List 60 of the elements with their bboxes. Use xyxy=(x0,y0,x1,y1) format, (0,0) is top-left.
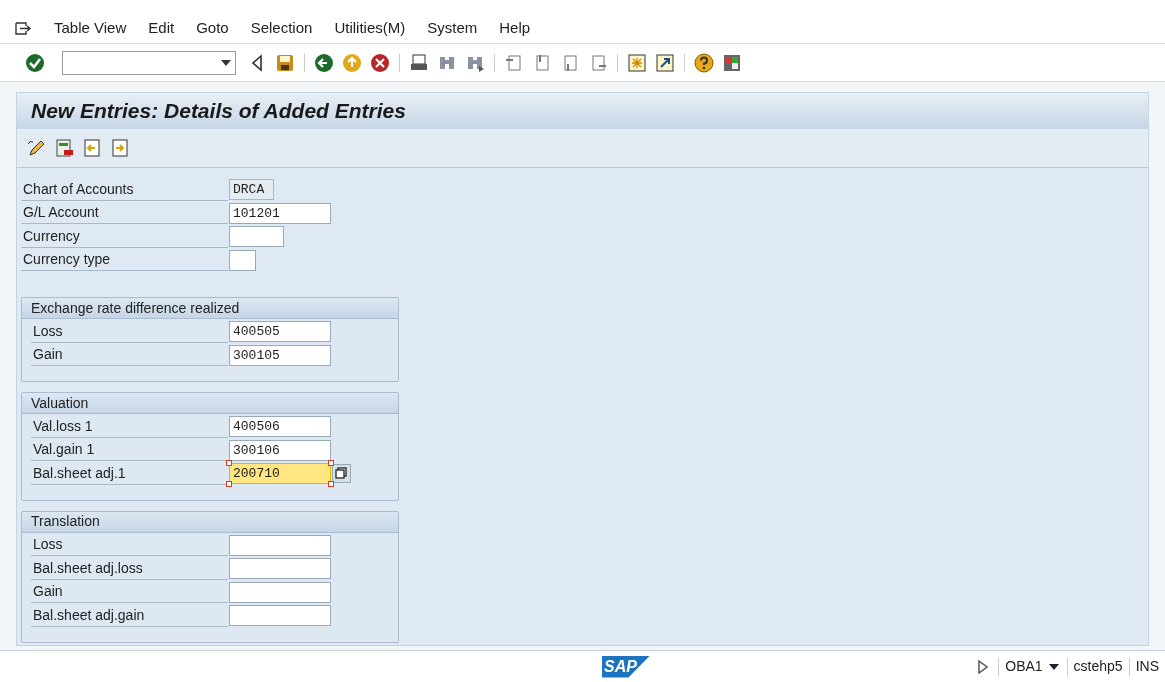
sap-logo: SAP xyxy=(602,655,650,678)
back-icon[interactable] xyxy=(313,51,335,74)
selection-handle[interactable] xyxy=(226,481,232,488)
input-field[interactable] xyxy=(229,558,331,580)
menu-item[interactable]: Selection xyxy=(250,17,313,40)
help-icon[interactable] xyxy=(693,51,715,74)
input-field[interactable] xyxy=(229,581,331,603)
field-label: Gain xyxy=(31,344,228,367)
selection-handle[interactable] xyxy=(328,460,334,467)
input-field[interactable]: 300106 xyxy=(229,439,331,461)
selection-handle[interactable] xyxy=(328,481,334,488)
field-label: Currency type xyxy=(21,249,228,272)
input-field[interactable]: 101201 xyxy=(229,202,331,224)
menu-icon[interactable] xyxy=(14,20,32,37)
command-field[interactable] xyxy=(62,50,236,75)
screen-title: New Entries: Details of Added Entries xyxy=(17,93,1148,129)
previous-entry-icon[interactable] xyxy=(82,138,102,158)
dropdown-icon[interactable] xyxy=(1048,663,1059,670)
input-field[interactable]: 400505 xyxy=(229,321,331,343)
field-label: Bal.sheet adj.gain xyxy=(31,604,228,627)
menu-item[interactable]: Utilities(M) xyxy=(334,17,406,40)
input-field[interactable] xyxy=(229,226,284,248)
new-session-icon[interactable] xyxy=(626,51,648,74)
menu-item[interactable]: Goto xyxy=(196,17,229,40)
menu-item[interactable]: Help xyxy=(499,17,531,40)
input-field[interactable]: DRCA xyxy=(229,179,274,201)
field-label: Gain xyxy=(31,581,228,604)
field-label: Val.loss 1 xyxy=(31,415,228,438)
menu-item[interactable]: Edit xyxy=(148,17,175,40)
dropdown-icon[interactable] xyxy=(221,59,231,66)
field-label: Bal.sheet adj.loss xyxy=(31,557,228,580)
field-label: Loss xyxy=(31,534,228,557)
field-label: Val.gain 1 xyxy=(31,439,228,462)
input-field[interactable]: 200710 xyxy=(229,463,331,485)
field-label: G/L Account xyxy=(21,202,228,225)
input-field[interactable]: 400506 xyxy=(229,416,331,438)
insert-mode: INS xyxy=(1134,657,1160,676)
shortcut-icon[interactable] xyxy=(654,51,676,74)
menu-item[interactable]: Table View xyxy=(54,17,127,40)
input-field[interactable] xyxy=(229,534,331,556)
cancel-icon[interactable] xyxy=(369,51,391,74)
checkmark-icon[interactable] xyxy=(24,51,46,74)
input-field[interactable]: 300105 xyxy=(229,344,331,366)
expand-icon[interactable] xyxy=(978,659,989,674)
value-help-icon[interactable] xyxy=(332,464,351,484)
delete-row-icon[interactable] xyxy=(54,138,74,158)
transaction-code: OBA1 xyxy=(1004,657,1044,676)
group-title: Exchange rate difference realized xyxy=(22,298,398,319)
field-label: Loss xyxy=(31,320,228,343)
group-title: Translation xyxy=(22,511,398,533)
input-field[interactable] xyxy=(229,249,256,271)
menu-item[interactable]: System xyxy=(427,17,478,40)
field-label: Currency xyxy=(21,225,228,248)
field-label: Chart of Accounts xyxy=(21,178,228,201)
input-field[interactable] xyxy=(229,605,331,627)
edit-pencil-icon[interactable] xyxy=(26,138,46,158)
group-title: Valuation xyxy=(22,393,398,414)
next-entry-icon[interactable] xyxy=(110,138,130,158)
server-name: cstehp5 xyxy=(1072,657,1124,676)
selection-handle[interactable] xyxy=(226,460,232,467)
